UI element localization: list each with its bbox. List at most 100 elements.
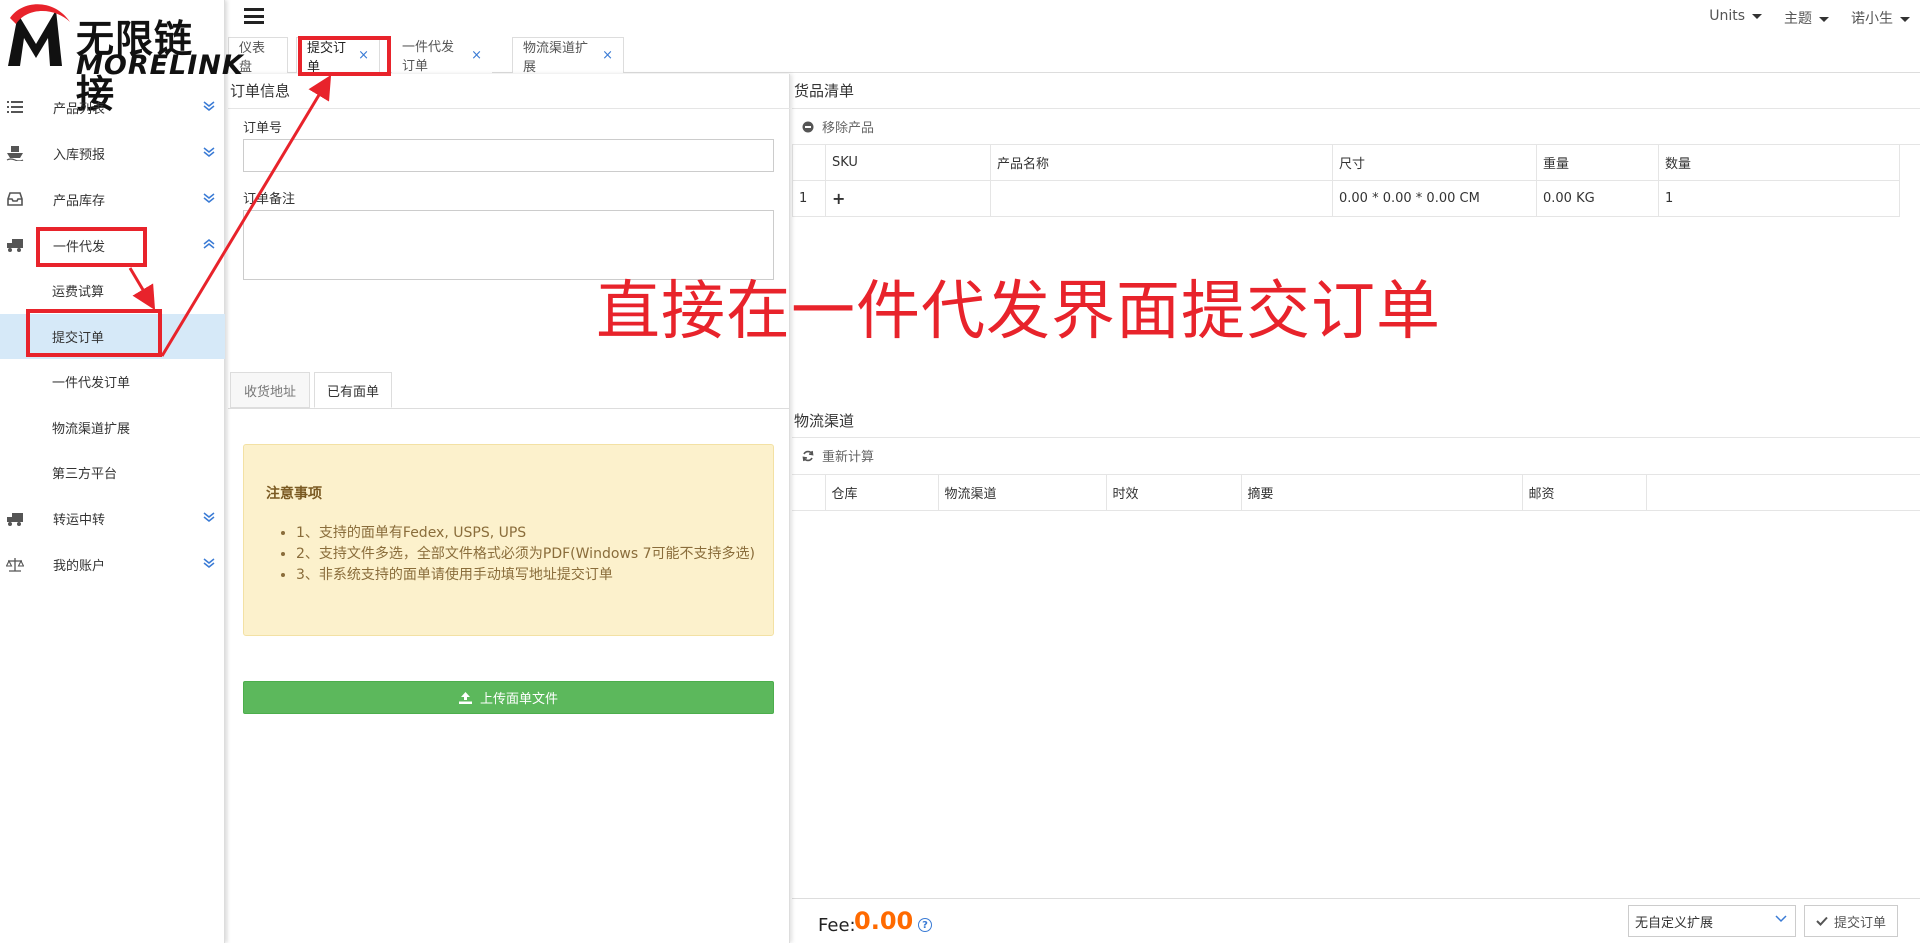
submit-order-label: 提交订单 bbox=[1833, 915, 1886, 931]
divider bbox=[228, 108, 790, 109]
tab-dropship-orders[interactable]: 一件代发订单 × bbox=[392, 37, 492, 74]
order-info-title: 订单信息 bbox=[230, 82, 291, 100]
tab-channel-extension[interactable]: 物流渠道扩展 × bbox=[512, 37, 624, 75]
table-header-cell: 时效 bbox=[1105, 474, 1242, 511]
annotation-text: 直接在一件代发界面提交订单 bbox=[596, 275, 1441, 349]
check-icon bbox=[1816, 916, 1828, 926]
table-header-row: 仓库 物流渠道 时效 摘要 邮资 bbox=[792, 474, 1920, 511]
caret-down-icon bbox=[1752, 13, 1762, 19]
table-header-cell: 重量 bbox=[1536, 144, 1659, 181]
table-header-cell bbox=[792, 474, 826, 511]
sidebar-item-inbound-forecast[interactable]: 入库预报 bbox=[0, 130, 225, 176]
user-dropdown[interactable]: 诺小生 bbox=[1851, 8, 1910, 28]
tab-shipping-address[interactable]: 收货地址 bbox=[230, 372, 310, 408]
sidebar-item-my-account[interactable]: 我的账户 bbox=[0, 542, 225, 588]
double-chevron-down-icon bbox=[203, 192, 215, 207]
footer-bar: Fee: 0.00 ? 无自定义扩展 提交订单 bbox=[792, 898, 1920, 943]
recalculate-button[interactable]: 重新计算 bbox=[802, 446, 874, 465]
product-name-cell bbox=[990, 180, 1333, 217]
size-cell: 0.00 * 0.00 * 0.00 CM bbox=[1332, 180, 1537, 217]
add-sku-button[interactable]: + bbox=[825, 180, 991, 217]
annotation-highlight-dropship bbox=[36, 227, 147, 267]
sidebar-subitem-third-party[interactable]: 第三方平台 bbox=[0, 450, 225, 496]
sidebar-subitem-label: 第三方平台 bbox=[52, 467, 118, 483]
tab-label: 物流渠道扩展 bbox=[523, 40, 589, 75]
tab-label: 仪表盘 bbox=[239, 40, 266, 75]
divider bbox=[792, 108, 1920, 109]
truck-icon bbox=[6, 237, 24, 253]
list-icon bbox=[6, 99, 24, 115]
close-icon[interactable]: × bbox=[471, 48, 482, 63]
sidebar-subitem-label: 一件代发订单 bbox=[52, 376, 131, 392]
divider bbox=[792, 437, 1920, 438]
sidebar-subitem-dropship-orders[interactable]: 一件代发订单 bbox=[0, 359, 225, 405]
table-header-cell: 数量 bbox=[1658, 144, 1900, 181]
caret-down-icon bbox=[1819, 16, 1829, 22]
app-root: 无限链接 MORELINK 产品列表 入库预报 产品库存 一件代发 运费试算 提… bbox=[0, 0, 1920, 943]
logo: 无限链接 MORELINK bbox=[0, 0, 243, 116]
table-header-cell: SKU bbox=[825, 144, 991, 181]
table-header-cell: 邮资 bbox=[1521, 474, 1647, 511]
divider bbox=[228, 408, 790, 409]
sidebar-item-label: 入库预报 bbox=[53, 147, 106, 163]
annotation-highlight-submit-order bbox=[26, 309, 162, 357]
theme-dropdown[interactable]: 主题 bbox=[1784, 8, 1829, 28]
double-chevron-down-icon bbox=[203, 511, 215, 526]
tab-existing-label[interactable]: 已有面单 bbox=[314, 372, 392, 408]
fee-label: Fee: bbox=[818, 915, 856, 936]
theme-label: 主题 bbox=[1784, 11, 1812, 27]
extension-select[interactable]: 无自定义扩展 bbox=[1628, 905, 1796, 937]
order-no-label: 订单号 bbox=[243, 121, 283, 136]
order-remark-label: 订单备注 bbox=[243, 192, 296, 207]
caret-down-icon bbox=[1900, 16, 1910, 22]
sidebar-subitem-channel-extension[interactable]: 物流渠道扩展 bbox=[0, 405, 225, 451]
sidebar-item-product-list[interactable]: 产品列表 bbox=[0, 84, 225, 130]
sidebar-item-label: 我的账户 bbox=[53, 559, 106, 574]
logistics-title: 物流渠道 bbox=[794, 412, 855, 430]
sidebar-subitem-label: 运费试算 bbox=[52, 285, 105, 301]
tab-label: 一件代发订单 bbox=[402, 40, 455, 74]
fee-value: 0.00 bbox=[854, 907, 914, 935]
sidebar-item-product-inventory[interactable]: 产品库存 bbox=[0, 176, 225, 222]
row-index: 1 bbox=[792, 180, 826, 217]
sidebar-item-transit[interactable]: 转运中转 bbox=[0, 496, 225, 542]
sidebar-item-label: 产品库存 bbox=[53, 193, 106, 209]
upload-label-button[interactable]: 上传面单文件 bbox=[243, 681, 774, 714]
plus-icon: + bbox=[832, 189, 846, 208]
sidebar-subitem-freight-estimate[interactable]: 运费试算 bbox=[0, 268, 225, 314]
notice-box: 注意事项 1、支持的面单有Fedex, USPS, UPS 2、支持文件多选，全… bbox=[243, 444, 774, 636]
right-panel: 货品清单 移除产品 SKU 产品名称 尺寸 重量 数量 1 + 0.00 * 0… bbox=[792, 74, 1920, 943]
units-label: Units bbox=[1709, 8, 1745, 24]
sidebar-item-label: 转运中转 bbox=[53, 513, 106, 528]
logistics-table: 仓库 物流渠道 时效 摘要 邮资 bbox=[792, 474, 1920, 511]
inbox-icon bbox=[6, 191, 24, 207]
table-header-row: SKU 产品名称 尺寸 重量 数量 bbox=[792, 144, 1900, 181]
table-header-cell: 摘要 bbox=[1240, 474, 1523, 511]
order-no-input[interactable] bbox=[243, 139, 774, 172]
close-icon[interactable]: × bbox=[602, 48, 613, 63]
table-header-cell: 尺寸 bbox=[1332, 144, 1537, 181]
table-row: 1 + 0.00 * 0.00 * 0.00 CM 0.00 KG 1 bbox=[792, 180, 1900, 217]
notice-title: 注意事项 bbox=[266, 486, 322, 502]
help-icon[interactable]: ? bbox=[918, 918, 932, 932]
remove-product-button[interactable]: 移除产品 bbox=[802, 117, 874, 136]
upload-icon bbox=[458, 691, 472, 704]
table-header-cell bbox=[792, 144, 826, 181]
recalculate-label: 重新计算 bbox=[822, 450, 875, 465]
units-dropdown[interactable]: Units bbox=[1709, 8, 1762, 28]
top-bar: Units 主题 诺小生 bbox=[225, 0, 1920, 34]
table-header-cell: 产品名称 bbox=[990, 144, 1333, 181]
sidebar: 无限链接 MORELINK 产品列表 入库预报 产品库存 一件代发 运费试算 提… bbox=[0, 0, 243, 943]
refresh-icon bbox=[802, 450, 814, 461]
notice-item: 3、非系统支持的面单请使用手动填写地址提交订单 bbox=[296, 565, 756, 585]
submit-order-button[interactable]: 提交订单 bbox=[1804, 905, 1898, 937]
goods-table: SKU 产品名称 尺寸 重量 数量 1 + 0.00 * 0.00 * 0.00… bbox=[792, 144, 1900, 217]
quantity-cell[interactable]: 1 bbox=[1658, 180, 1900, 217]
table-header-cell: 物流渠道 bbox=[937, 474, 1107, 511]
remove-product-label: 移除产品 bbox=[822, 121, 875, 136]
extension-select-value: 无自定义扩展 bbox=[1635, 915, 1714, 931]
double-chevron-up-icon bbox=[203, 238, 215, 253]
hamburger-menu-icon[interactable] bbox=[244, 8, 264, 24]
logo-text-en: MORELINK bbox=[76, 50, 244, 81]
order-info-panel: 订单信息 订单号 订单备注 收货地址 已有面单 注意事项 1、支持的面单有Fed… bbox=[228, 74, 790, 943]
